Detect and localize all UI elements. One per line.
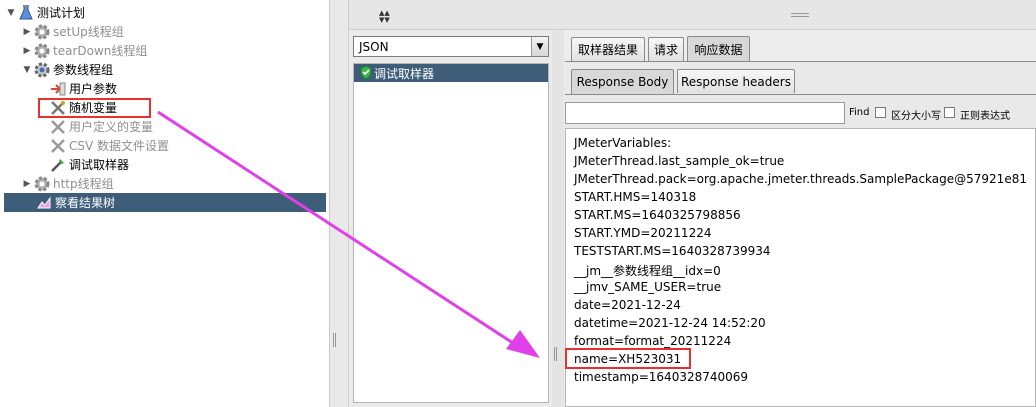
renderer-select-value: JSON (359, 39, 389, 54)
expand-toggle-icon[interactable]: ▶ (22, 46, 32, 56)
case-sensitive-label: 区分大小写 (891, 111, 941, 122)
tree-item-label: 察看结果树 (55, 196, 116, 210)
collapse-toggle-icon[interactable]: ▼ (22, 65, 32, 75)
tree-item-user-defined-variables[interactable]: 用户定义的变量 (50, 117, 153, 136)
tree-item-label: 测试计划 (37, 6, 86, 20)
response-line: __jm__参数线程组__idx=0 (574, 264, 721, 278)
pre-processor-icon (50, 81, 66, 97)
tab-response-headers[interactable]: Response headers (677, 69, 795, 93)
highlight-random-variable-box (38, 98, 151, 118)
response-line: START.HMS=140318 (574, 190, 697, 204)
tree-item-label: setUp线程组 (53, 25, 124, 39)
list-item[interactable]: 调试取样器 (354, 64, 548, 82)
test-plan-tree[interactable]: ▼ 测试计划 ▶ setUp线程组 ▶ tearDown线程组 ▼ 参数线程组 … (0, 0, 330, 407)
tree-item-label: 用户定义的变量 (69, 120, 154, 134)
tab-sampler-result[interactable]: 取样器结果 (571, 37, 645, 61)
main-splitter[interactable] (330, 0, 349, 407)
tree-item-csv-data-set[interactable]: CSV 数据文件设置 (50, 136, 169, 155)
tab-request[interactable]: 请求 (648, 37, 684, 61)
sample-result-list[interactable]: 调试取样器 (353, 63, 549, 403)
results-tree-panel: ▲▲ ▼▼ JSON ▼ 调试取样器 取样器结果 请求 响应数据 Response… (349, 0, 1036, 407)
divider-grip[interactable] (791, 13, 809, 17)
highlight-name-value-box (565, 348, 691, 369)
response-line: JMeterVariables: (574, 136, 672, 150)
response-line: date=2021-12-24 (574, 298, 681, 312)
tree-item-http-thread-group[interactable]: ▶ http线程组 (22, 174, 114, 193)
case-sensitive-checkbox[interactable] (875, 107, 886, 118)
tree-item-view-results-tree[interactable]: 察看结果树 (4, 193, 326, 212)
response-line: timestamp=1640328740069 (574, 370, 749, 384)
response-line: JMeterThread.pack=org.apache.jmeter.thre… (574, 172, 1027, 186)
tree-item-label: tearDown线程组 (53, 44, 148, 58)
tree-item-test-plan[interactable]: ▼ 测试计划 (6, 3, 85, 22)
tree-item-teardown-thread-group[interactable]: ▶ tearDown线程组 (22, 41, 147, 60)
vertical-splitter[interactable] (552, 30, 564, 407)
tree-item-label: CSV 数据文件设置 (69, 139, 170, 153)
tab-response-data[interactable]: 响应数据 (687, 36, 750, 61)
sampler-icon (50, 157, 66, 173)
renderer-select[interactable]: JSON ▼ (353, 36, 549, 57)
divider-bar[interactable]: ▲▲ ▼▼ (349, 0, 1036, 30)
sampler-result-column: JSON ▼ 调试取样器 (349, 30, 552, 407)
tree-item-label: 调试取样器 (69, 158, 130, 172)
response-line: format=format_20211224 (574, 334, 732, 348)
response-line: datetime=2021-12-24 14:52:20 (574, 316, 766, 330)
test-plan-icon (18, 4, 34, 21)
tree-item-label: http线程组 (53, 177, 114, 191)
listener-icon (36, 195, 52, 211)
response-line: JMeterThread.last_sample_ok=true (574, 154, 785, 168)
chevron-down-icon[interactable]: ▼ (531, 37, 548, 56)
find-label: Find (849, 107, 870, 118)
tree-item-setup-thread-group[interactable]: ▶ setUp线程组 (22, 22, 124, 41)
config-element-icon (50, 119, 66, 135)
tree-item-label: 用户参数 (69, 82, 118, 96)
gear-icon (34, 176, 50, 192)
collapse-toggle-icon[interactable]: ▼ (6, 8, 16, 18)
tab-response-body[interactable]: Response Body (571, 69, 674, 94)
find-input[interactable] (565, 102, 845, 124)
splitter-grip[interactable] (333, 333, 336, 347)
config-element-icon (50, 138, 66, 154)
response-line: START.YMD=20211224 (574, 226, 712, 240)
tree-item-user-parameters[interactable]: 用户参数 (50, 79, 117, 98)
gear-icon (34, 62, 50, 78)
tree-item-label: 参数线程组 (53, 63, 114, 77)
regex-checkbox[interactable] (944, 107, 955, 118)
tree-item-param-thread-group[interactable]: ▼ 参数线程组 (22, 60, 113, 79)
response-line: TESTSTART.MS=1640328739934 (574, 244, 771, 258)
regex-label: 正则表达式 (960, 111, 1010, 122)
tree-item-debug-sampler[interactable]: 调试取样器 (50, 155, 129, 174)
splitter-grip[interactable] (554, 347, 557, 361)
success-shield-icon (359, 65, 373, 83)
gear-icon (34, 24, 50, 40)
collapse-arrows-icon[interactable]: ▲▲ ▼▼ (379, 10, 390, 24)
expand-toggle-icon[interactable]: ▶ (22, 27, 32, 37)
expand-toggle-icon[interactable]: ▶ (22, 179, 32, 189)
response-line: START.MS=1640325798856 (574, 208, 741, 222)
gear-icon (34, 43, 50, 59)
response-line: __jmv_SAME_USER=true (574, 280, 722, 294)
list-item-label: 调试取样器 (374, 66, 435, 81)
